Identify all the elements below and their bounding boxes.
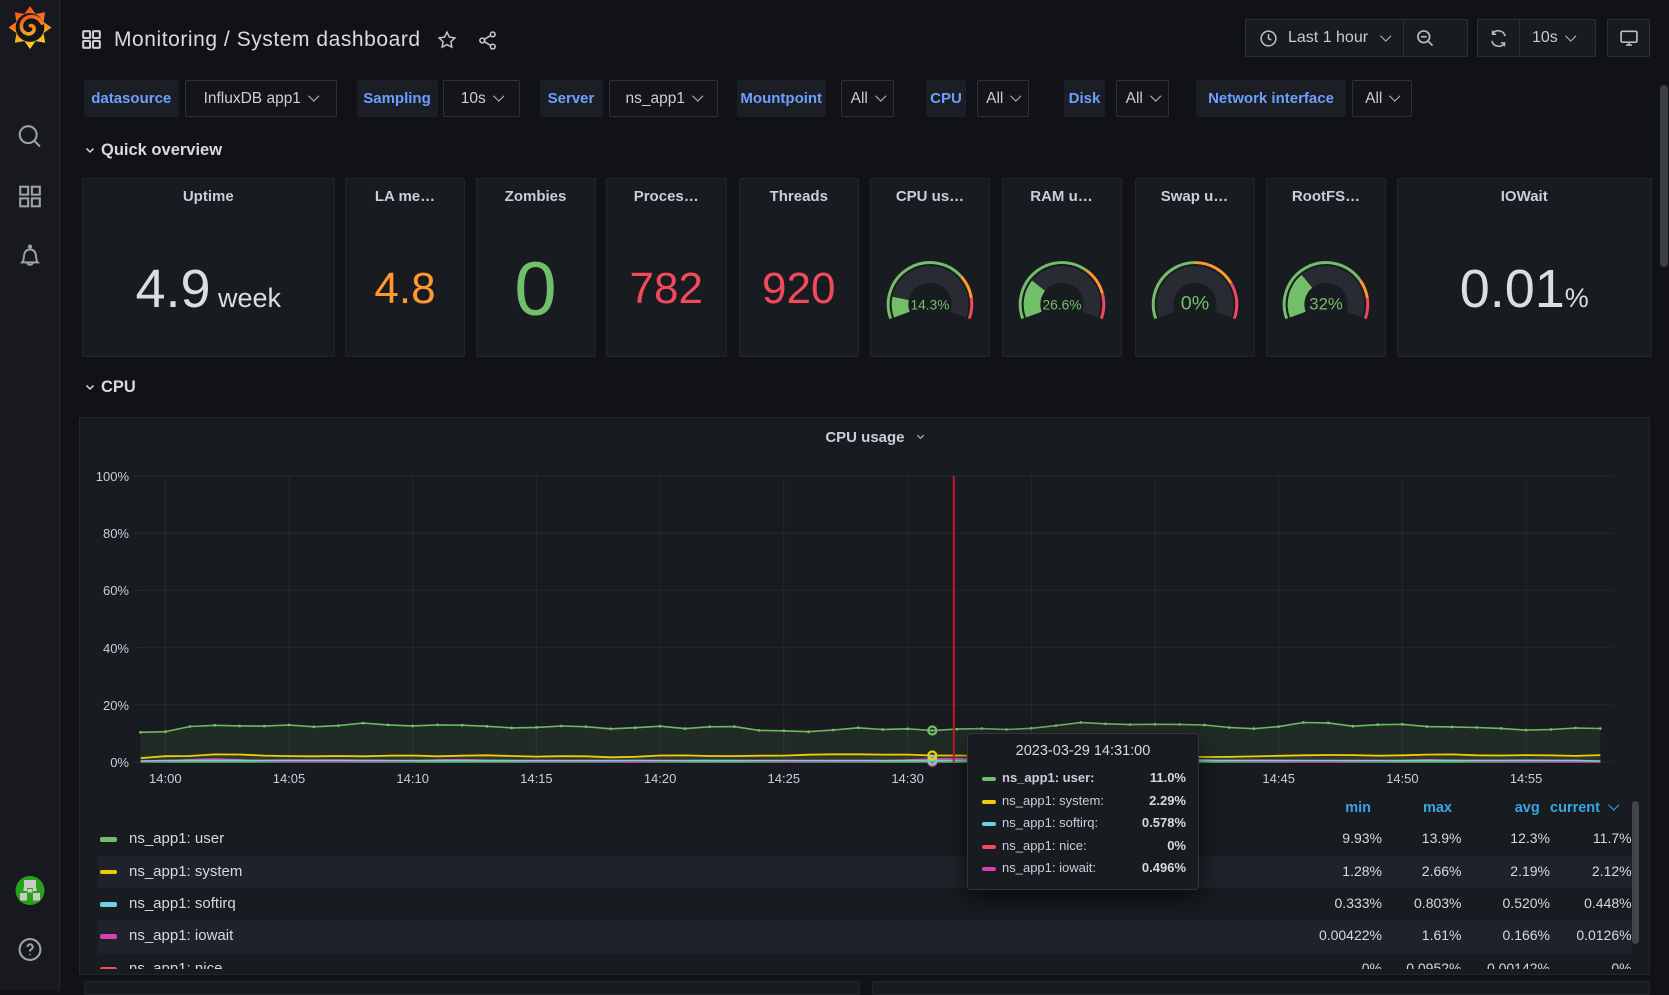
svg-text:14.3%: 14.3%	[911, 297, 950, 312]
svg-text:32%: 32%	[1309, 294, 1343, 313]
svg-text:0%: 0%	[1180, 292, 1208, 314]
svg-text:26.6%: 26.6%	[1042, 297, 1081, 312]
